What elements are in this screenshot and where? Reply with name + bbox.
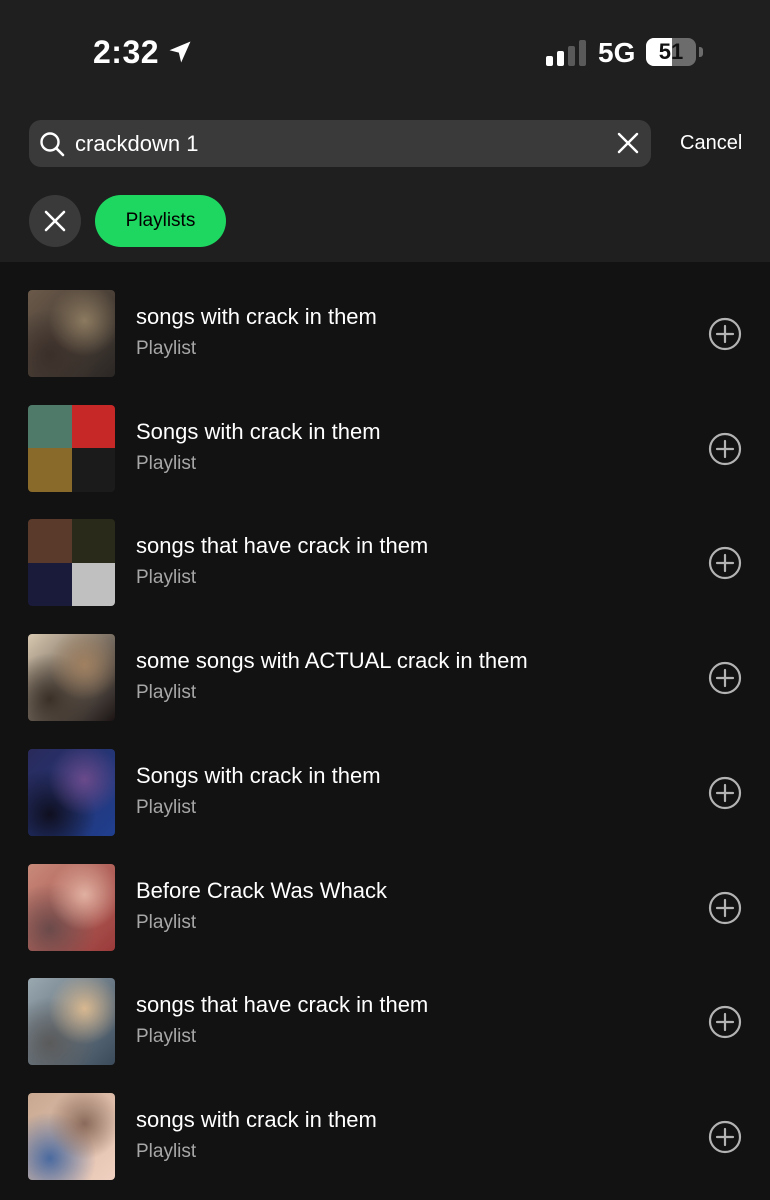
add-to-library-icon[interactable] <box>708 432 742 466</box>
playlist-cover-image <box>28 748 115 836</box>
clear-filter-button[interactable] <box>29 195 81 247</box>
close-icon <box>44 210 66 232</box>
add-to-library-icon[interactable] <box>708 317 742 351</box>
add-to-library-icon[interactable] <box>708 546 742 580</box>
list-item[interactable]: Songs with crack in them Playlist <box>0 377 770 492</box>
list-item[interactable]: Songs with crack in them Playlist <box>0 721 770 836</box>
playlist-title: songs with crack in them <box>136 304 377 329</box>
playlist-cover-image <box>28 863 115 951</box>
playlist-cover-image <box>28 290 115 377</box>
playlist-type-label: Playlist <box>136 1026 197 1048</box>
playlist-title: songs with crack in them <box>136 1106 377 1132</box>
search-input[interactable] <box>75 120 595 167</box>
search-bar[interactable] <box>29 120 651 167</box>
list-item[interactable]: Before Crack Was Whack Playlist <box>0 836 770 951</box>
playlist-cover-image <box>28 404 115 492</box>
playlist-type-label: Playlist <box>136 682 197 704</box>
search-results-list: songs with crack in them Playlist Songs wi… <box>0 262 770 1200</box>
cancel-button[interactable]: Cancel <box>680 128 742 158</box>
list-item[interactable]: some songs with ACTUAL crack in them Play… <box>0 606 770 722</box>
playlist-title: songs that have crack in them <box>136 533 429 559</box>
playlist-title: some songs with ACTUAL crack in them <box>136 648 528 674</box>
playlist-title: Songs with crack in them <box>136 418 381 444</box>
filter-chip-playlists[interactable]: Playlists <box>95 195 226 247</box>
playlist-type-label: Playlist <box>136 567 197 589</box>
list-item[interactable]: songs that have crack in them Playlist <box>0 491 770 607</box>
add-to-library-icon[interactable] <box>708 1005 742 1039</box>
battery-percent: 51 <box>658 39 684 64</box>
clear-search-icon[interactable] <box>615 130 641 156</box>
playlist-title: songs that have crack in them <box>136 992 429 1018</box>
location-arrow-icon <box>169 41 191 63</box>
playlist-title: Before Crack Was Whack <box>136 877 388 903</box>
playlist-cover-image <box>28 634 115 722</box>
playlist-cover-image <box>28 519 115 607</box>
list-item[interactable]: songs with crack in them Playlist <box>0 1065 770 1180</box>
playlist-cover-image <box>28 1092 115 1180</box>
header-area: 2:32 5G 51 Cancel Playlists <box>0 0 770 262</box>
add-to-library-icon[interactable] <box>708 776 742 810</box>
list-item[interactable]: songs with crack in them Playlist <box>0 262 770 377</box>
playlist-cover-image <box>28 978 115 1066</box>
add-to-library-icon[interactable] <box>708 1120 742 1154</box>
playlist-type-label: Playlist <box>136 1140 197 1162</box>
playlist-type-label: Playlist <box>136 911 197 933</box>
playlist-title: Songs with crack in them <box>136 762 381 788</box>
status-time: 2:32 <box>93 34 160 70</box>
playlist-type-label: Playlist <box>136 452 197 474</box>
battery-icon: 51 <box>646 38 704 66</box>
network-type: 5G <box>598 37 636 68</box>
playlist-type-label: Playlist <box>136 796 197 818</box>
list-item[interactable]: songs that have crack in them Playlist <box>0 950 770 1066</box>
add-to-library-icon[interactable] <box>708 891 742 925</box>
cellular-signal-icon <box>546 40 586 66</box>
playlist-type-label: Playlist <box>136 338 197 359</box>
add-to-library-icon[interactable] <box>708 661 742 695</box>
search-icon <box>40 132 65 157</box>
